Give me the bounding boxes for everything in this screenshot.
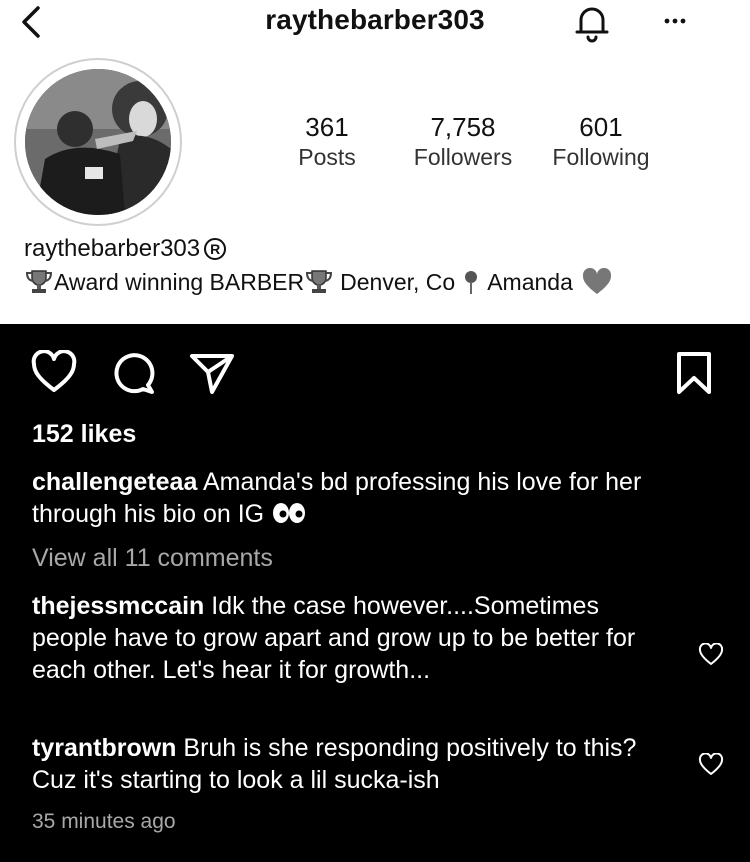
trophy-icon	[306, 270, 333, 293]
likes-count[interactable]: 152 likes	[32, 420, 136, 449]
comment-like-button[interactable]	[698, 752, 724, 777]
bio-partner-text: Amanda	[487, 268, 573, 295]
followers-count-value: 7,758	[430, 112, 496, 142]
profile-display-name: raythebarber303 R	[24, 235, 227, 263]
heart-icon	[698, 642, 724, 665]
save-button[interactable]	[674, 350, 714, 396]
profile-screenshot: raythebarber303 361 Posts 7,758 Follower…	[0, 0, 750, 324]
profile-bio: Award winning BARBER Denver, Co Amanda	[24, 268, 613, 296]
comment-username[interactable]: tyrantbrown	[32, 734, 176, 762]
eyes-icon	[273, 503, 306, 523]
like-button[interactable]	[30, 349, 78, 396]
posts-count[interactable]: 361 Posts	[282, 112, 372, 172]
following-count-label: Following	[552, 144, 650, 170]
trophy-icon	[25, 270, 53, 293]
gray-heart-icon	[582, 268, 611, 294]
profile-avatar[interactable]	[14, 58, 182, 226]
bio-location-text: Denver, Co	[340, 268, 456, 295]
avatar-photo	[25, 69, 171, 215]
following-count-value: 601	[579, 112, 623, 142]
posts-count-label: Posts	[298, 144, 356, 170]
bio-award-text: Award winning BARBER	[54, 268, 305, 295]
heart-icon	[31, 349, 77, 392]
comment-username[interactable]: thejessmccain	[32, 592, 204, 620]
heart-icon	[698, 752, 724, 775]
view-all-comments-link[interactable]: View all 11 comments	[32, 544, 273, 573]
comment-like-button[interactable]	[698, 642, 724, 667]
bookmark-icon	[677, 352, 711, 394]
following-count[interactable]: 601 Following	[536, 112, 666, 172]
comment-icon	[114, 353, 155, 394]
display-name-text: raythebarber303	[24, 235, 201, 262]
followers-count[interactable]: 7,758 Followers	[398, 112, 528, 172]
pin-icon	[465, 271, 478, 294]
followers-count-label: Followers	[413, 144, 513, 170]
registered-icon: R	[204, 238, 227, 260]
posts-count-value: 361	[305, 112, 349, 142]
share-icon	[190, 354, 234, 394]
share-button[interactable]	[188, 350, 236, 396]
more-icon	[664, 18, 686, 24]
notifications-button[interactable]	[571, 2, 613, 44]
profile-top-bar: raythebarber303	[0, 0, 750, 50]
bell-icon	[575, 7, 609, 43]
comment-item: tyrantbrown Bruh is she responding posit…	[32, 732, 672, 796]
profile-header-username: raythebarber303	[265, 4, 485, 35]
more-options-button[interactable]	[658, 6, 692, 36]
comment-button[interactable]	[110, 350, 156, 396]
caption-username[interactable]: challengeteaa	[32, 468, 197, 496]
post-caption: challengeteaa Amanda's bd professing his…	[32, 466, 712, 530]
comment-item: thejessmccain Idk the case however....So…	[32, 590, 672, 686]
post-timestamp: 35 minutes ago	[32, 810, 176, 833]
